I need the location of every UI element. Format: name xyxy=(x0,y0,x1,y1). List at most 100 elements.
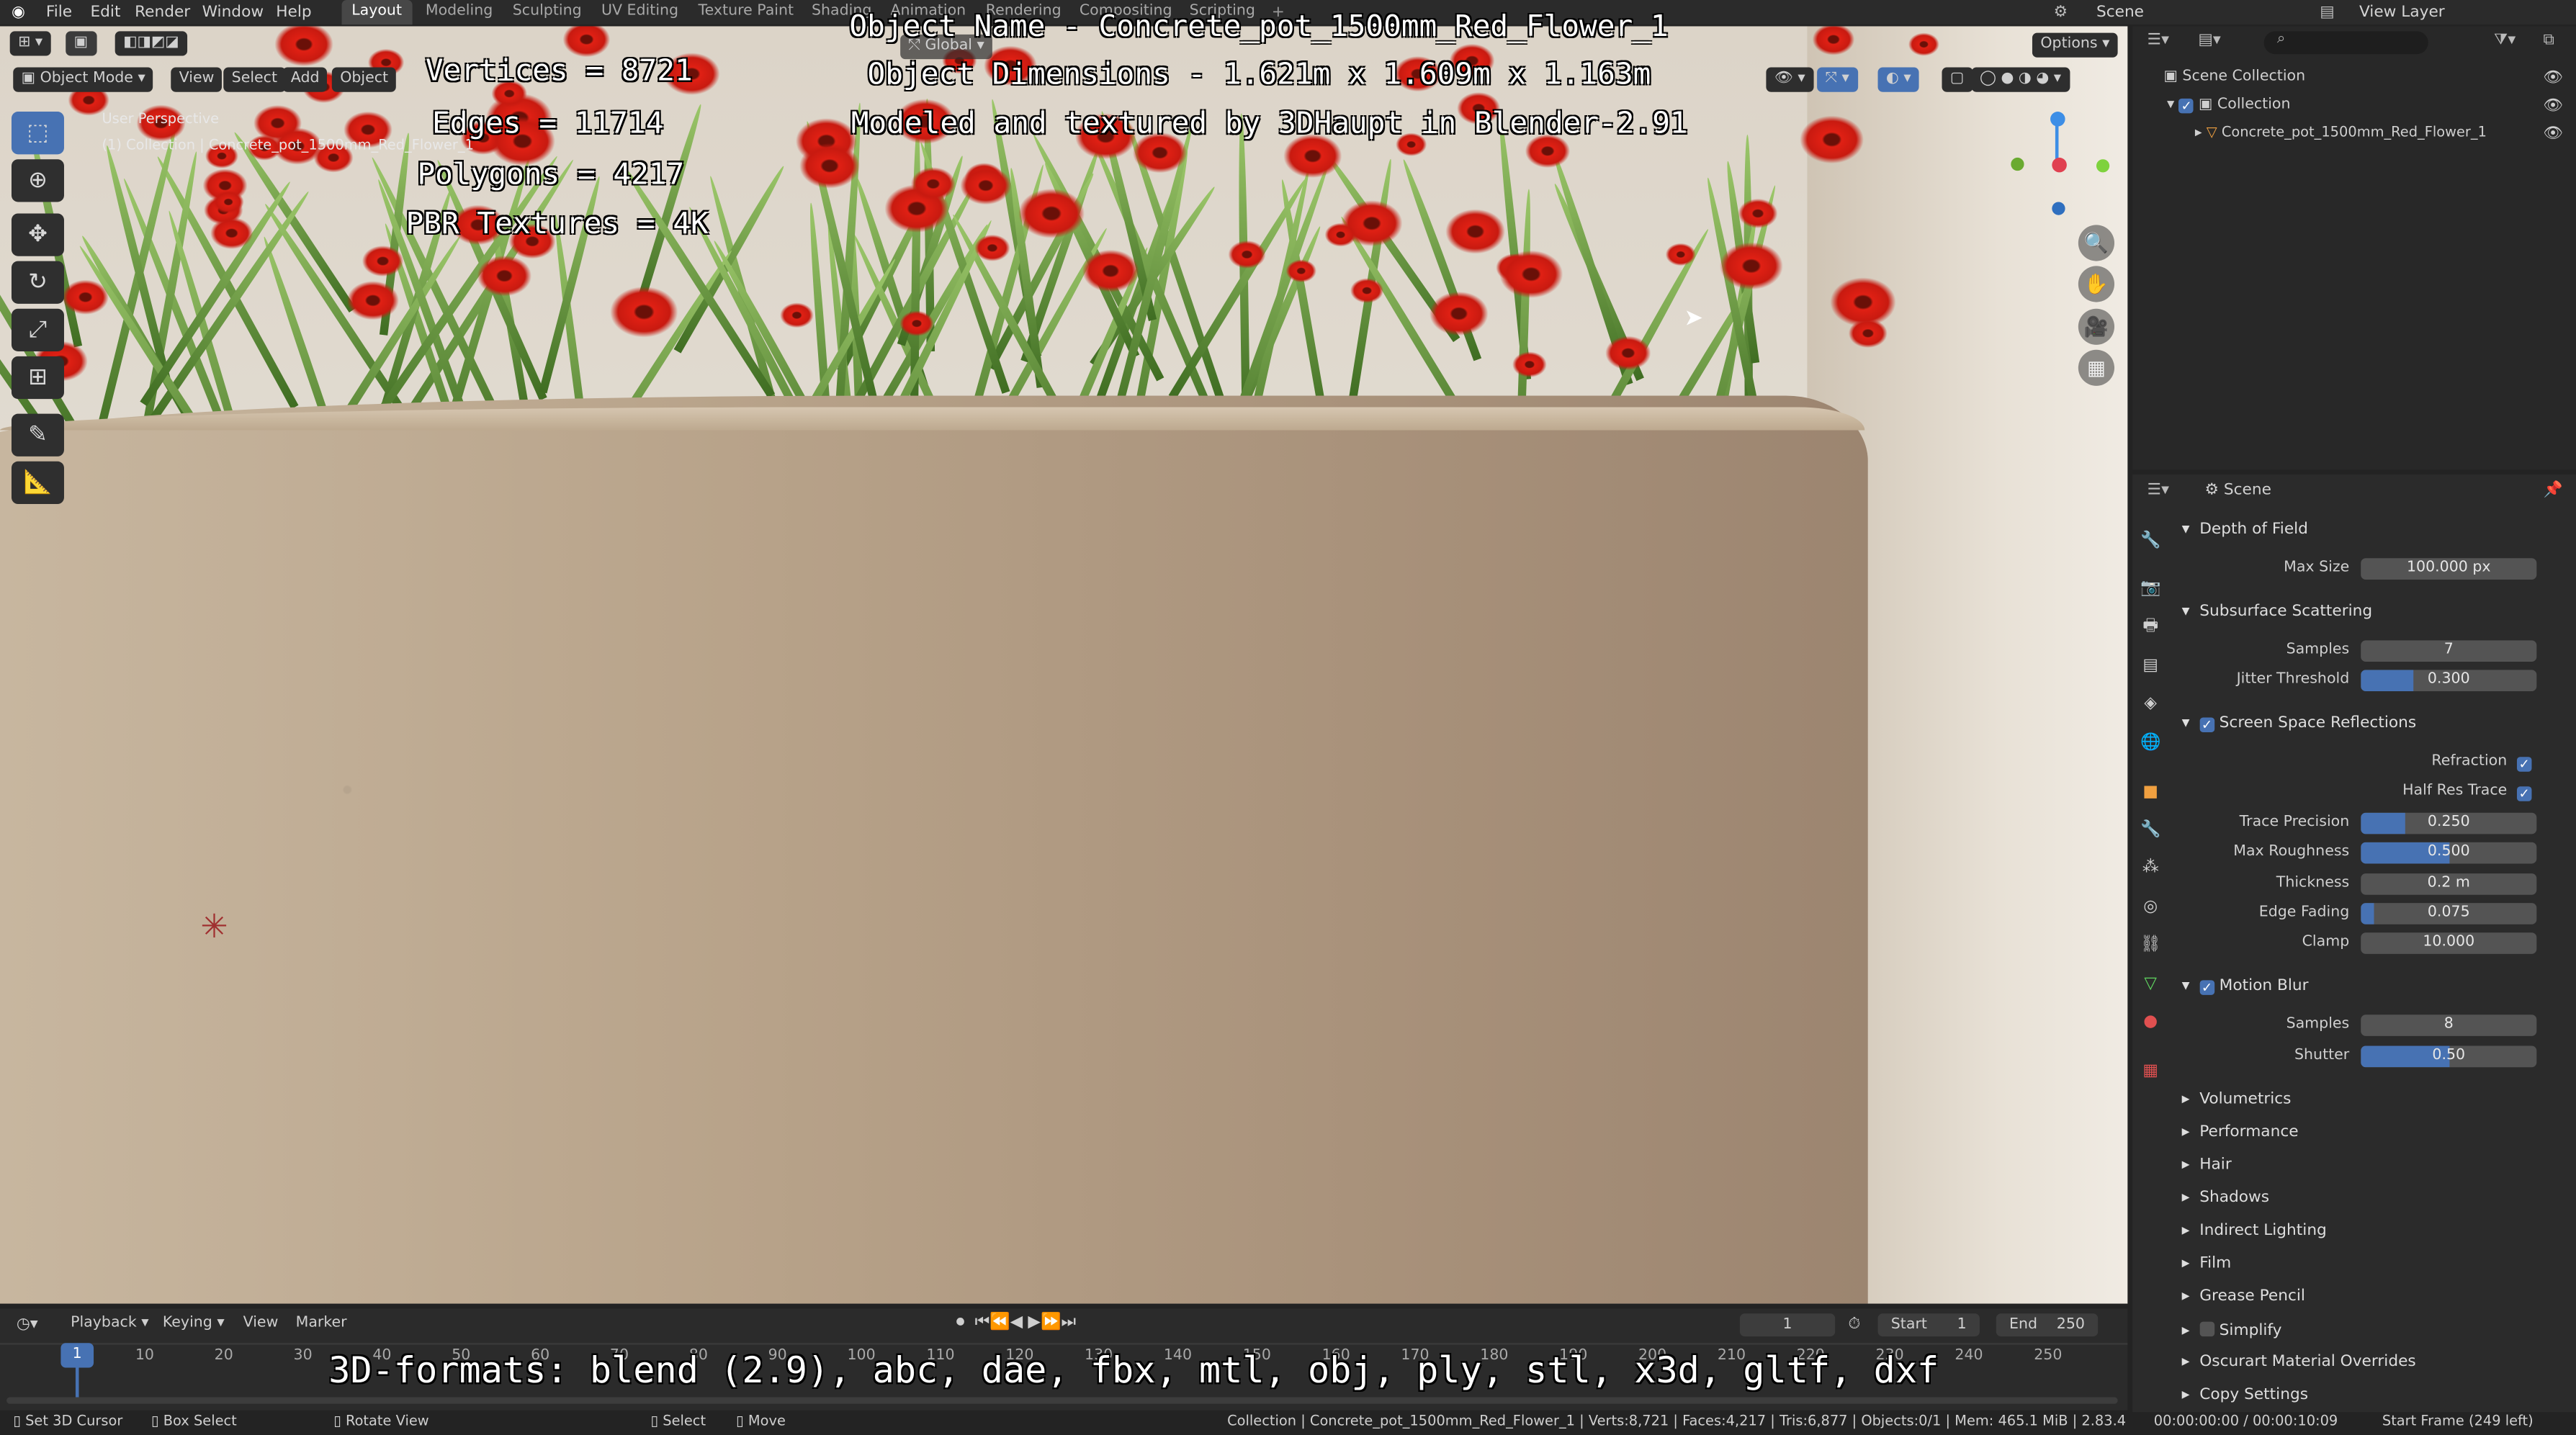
display-mode-icon[interactable]: ▤▾ xyxy=(2198,31,2220,49)
workspace-tab-sculpting[interactable]: Sculpting xyxy=(503,0,591,24)
add-menu[interactable]: Add xyxy=(282,67,328,92)
workspace-tab-uv-editing[interactable]: UV Editing xyxy=(591,0,688,24)
xray-toggle-icon[interactable]: ▢ xyxy=(1942,67,1973,92)
section-film[interactable]: ▸ Film xyxy=(2182,1254,2232,1272)
workspace-tab-modeling[interactable]: Modeling xyxy=(416,0,503,24)
menu-file[interactable]: File xyxy=(46,0,72,24)
ssr-clamp-field[interactable]: 10.000 xyxy=(2361,932,2537,954)
jump-start-icon[interactable]: ⏮ xyxy=(975,1313,990,1331)
rotate-tool-icon[interactable]: ↻ xyxy=(11,261,64,304)
select-box-tool-icon[interactable]: ⬚ xyxy=(11,112,64,155)
outliner-search-input[interactable]: ⌕ xyxy=(2263,31,2428,55)
sss-jitter-slider[interactable]: 0.300 xyxy=(2361,670,2537,692)
jump-end-icon[interactable]: ⏭ xyxy=(1061,1313,1076,1331)
section-simplify[interactable]: ▸ Simplify xyxy=(2182,1320,2281,1340)
object-menu[interactable]: Object xyxy=(331,67,397,92)
play-icon[interactable]: ▶ xyxy=(1028,1313,1041,1331)
transform-tool-icon[interactable]: ⊞ xyxy=(11,356,64,400)
ssr-enable-checkbox[interactable]: ✓ xyxy=(2199,717,2214,733)
visibility-eye-icon[interactable]: 👁 xyxy=(2543,125,2563,143)
zoom-icon[interactable]: 🔍 xyxy=(2078,225,2115,261)
particles-tab-icon[interactable]: ⁂ xyxy=(2139,855,2162,878)
world-tab-icon[interactable]: 🌐 xyxy=(2139,731,2162,754)
visibility-icon[interactable]: 👁 ▾ xyxy=(1766,67,1814,92)
timeline-scrollbar[interactable] xyxy=(6,1397,2118,1404)
preview-range-icon[interactable]: ⏱ xyxy=(1848,1315,1860,1333)
scene-selector[interactable]: Scene xyxy=(2096,0,2144,24)
end-frame-field[interactable]: End 250 xyxy=(1996,1313,2099,1337)
select-mode-icon[interactable]: ▣ xyxy=(66,31,97,56)
gizmo-toggle-icon[interactable]: ⤧ ▾ xyxy=(1817,67,1858,92)
view-layer-tab-icon[interactable]: ▤ xyxy=(2139,654,2162,677)
motion-blur-checkbox[interactable]: ✓ xyxy=(2199,980,2214,995)
section-indirect-lighting[interactable]: ▸ Indirect Lighting xyxy=(2182,1222,2327,1240)
collection-checkbox[interactable]: ✓ xyxy=(2178,98,2194,114)
ortho-grid-icon[interactable]: ▦ xyxy=(2078,349,2115,386)
section-subsurface-scattering[interactable]: ▾ Subsurface Scattering xyxy=(2182,603,2373,621)
editor-type-icon[interactable]: ⊞ ▾ xyxy=(9,31,51,56)
measure-tool-icon[interactable]: 📐 xyxy=(11,461,64,505)
object-tab-icon[interactable]: ■ xyxy=(2139,780,2162,803)
render-tab-icon[interactable]: 📷 xyxy=(2139,576,2162,599)
new-collection-icon[interactable]: ⧉ xyxy=(2543,31,2554,49)
move-tool-icon[interactable]: ✥ xyxy=(11,213,64,256)
playback-menu[interactable]: Playback ▾ xyxy=(71,1315,149,1332)
selection-modes-icon[interactable]: ◧◨◩◪ xyxy=(115,31,188,56)
pan-hand-icon[interactable]: ✋ xyxy=(2078,266,2115,302)
mb-shutter-slider[interactable]: 0.50 xyxy=(2361,1045,2537,1068)
section-performance[interactable]: ▸ Performance xyxy=(2182,1123,2299,1141)
modifier-tab-icon[interactable]: 🔧 xyxy=(2139,818,2162,841)
outliner-scene-collection[interactable]: ▣ Scene Collection xyxy=(2163,69,2305,86)
simplify-checkbox[interactable] xyxy=(2199,1321,2214,1337)
outliner-object-row[interactable]: ▸ ▽ Concrete_pot_1500mm_Red_Flower_1 xyxy=(2195,125,2487,141)
menu-help[interactable]: Help xyxy=(276,0,311,24)
start-frame-field[interactable]: Start 1 xyxy=(1877,1313,1980,1337)
record-icon[interactable]: ⏺ xyxy=(956,1313,964,1331)
menu-render[interactable]: Render xyxy=(135,0,190,24)
3d-viewport[interactable]: ✳ ➤ xyxy=(0,26,2128,1304)
pin-icon[interactable]: 📌 xyxy=(2543,481,2562,499)
camera-view-icon[interactable]: 🎥 xyxy=(2078,308,2115,345)
workspace-tab-layout[interactable]: Layout xyxy=(341,0,412,25)
timeline-editor-type-icon[interactable]: ◷▾ xyxy=(17,1315,38,1333)
section-volumetrics[interactable]: ▸ Volumetrics xyxy=(2182,1090,2292,1108)
next-keyframe-icon[interactable]: ⏩ xyxy=(1041,1313,1061,1331)
tool-tab-icon[interactable]: 🔧 xyxy=(2139,528,2162,552)
options-dropdown[interactable]: Options ▾ xyxy=(2032,32,2118,58)
mode-dropdown[interactable]: ▣ Object Mode ▾ xyxy=(13,67,154,92)
section-hair[interactable]: ▸ Hair xyxy=(2182,1156,2232,1174)
prev-keyframe-icon[interactable]: ⏪ xyxy=(989,1313,1010,1331)
menu-edit[interactable]: Edit xyxy=(90,0,120,24)
physics-tab-icon[interactable]: ◎ xyxy=(2139,895,2162,918)
shading-modes-icon[interactable]: ◯ ● ◑ ◕ ▾ xyxy=(1971,67,2070,92)
section-motion-blur[interactable]: ▾ ✓ Motion Blur xyxy=(2182,977,2309,995)
3d-cursor-icon[interactable]: ✳ xyxy=(200,907,228,946)
section-shadows[interactable]: ▸ Shadows xyxy=(2182,1189,2269,1207)
data-tab-icon[interactable]: ▽ xyxy=(2139,972,2162,995)
ssr-refraction-checkbox[interactable]: ✓ xyxy=(2516,757,2532,772)
view-menu[interactable]: View xyxy=(171,67,223,92)
dof-max-size-field[interactable]: 100.000 px xyxy=(2361,558,2537,580)
scale-tool-icon[interactable]: ⤢ xyxy=(11,308,64,351)
menu-window[interactable]: Window xyxy=(202,0,264,24)
section-grease-pencil[interactable]: ▸ Grease Pencil xyxy=(2182,1287,2305,1305)
blender-logo-icon[interactable]: ◉ xyxy=(12,0,25,24)
section-depth-of-field[interactable]: ▾ Depth of Field xyxy=(2182,521,2308,539)
ssr-thickness-field[interactable]: 0.2 m xyxy=(2361,873,2537,895)
section-copy-settings[interactable]: ▸ Copy Settings xyxy=(2182,1386,2308,1404)
current-frame-field[interactable]: 1 xyxy=(1739,1313,1836,1337)
section-oscurart-material-overrides[interactable]: ▸ Oscurart Material Overrides xyxy=(2182,1353,2416,1371)
navigation-gizmo[interactable] xyxy=(2004,108,2119,223)
play-reverse-icon[interactable]: ◀ xyxy=(1010,1313,1023,1331)
constraints-tab-icon[interactable]: ⛓ xyxy=(2139,932,2162,955)
annotate-tool-icon[interactable]: ✎ xyxy=(11,413,64,456)
keying-menu[interactable]: Keying ▾ xyxy=(163,1315,225,1332)
scene-tab-icon[interactable]: ◈ xyxy=(2139,691,2162,714)
view-layer-selector[interactable]: View Layer xyxy=(2359,0,2445,24)
marker-menu[interactable]: Marker xyxy=(296,1315,347,1332)
texture-tab-icon[interactable]: ▦ xyxy=(2139,1059,2162,1082)
ssr-half-res-checkbox[interactable]: ✓ xyxy=(2516,786,2532,801)
visibility-eye-icon[interactable]: 👁 xyxy=(2543,69,2563,87)
timeline-view-menu[interactable]: View xyxy=(243,1315,279,1332)
section-screen-space-reflections[interactable]: ▾ ✓ Screen Space Reflections xyxy=(2182,714,2416,733)
